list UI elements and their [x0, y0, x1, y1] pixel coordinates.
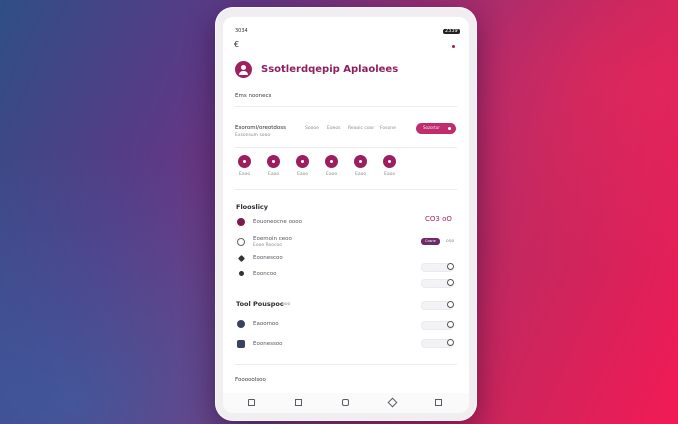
section-subtitle: Ems noonecs [235, 93, 272, 99]
list-item-label: Eooncoo [253, 271, 277, 277]
divider [235, 106, 457, 107]
list-item-label: Eoonescoo [253, 255, 283, 261]
quick-action-label: Eaoo [384, 172, 396, 177]
shield-icon [237, 320, 245, 328]
diamond-icon[interactable] [387, 397, 398, 408]
quick-action-label: Eaoo [268, 172, 280, 177]
divider [235, 364, 457, 365]
bottom-nav [223, 393, 469, 413]
quick-action-4[interactable] [325, 155, 338, 168]
action-button[interactable]: Sozortor [416, 123, 456, 134]
status-time: 3034 [235, 28, 248, 34]
option-2[interactable]: Eoeos [327, 126, 340, 132]
quick-action-label: Eaoo [355, 172, 367, 177]
page-title: Ssotlerdqepip Aplaolees [261, 64, 399, 75]
chevron-right-icon [448, 127, 451, 130]
back-icon[interactable]: € [234, 41, 239, 49]
list-item-label: Eoonessoo [253, 341, 283, 347]
tablet-frame: 3034 2339 € Ssotlerdqepip Aplaolees Ems … [215, 7, 477, 421]
quick-action-label: Eaoo [239, 172, 251, 177]
settings-sublabel: Exsonsum sooo [235, 133, 271, 138]
toggle-switch[interactable] [421, 279, 454, 288]
square-icon[interactable] [435, 399, 442, 406]
toggle-switch[interactable] [421, 301, 454, 310]
toggle-switch[interactable] [421, 339, 454, 348]
avatar [235, 61, 252, 78]
battery-indicator: 2339 [443, 28, 460, 34]
option-4[interactable]: Fosone [380, 126, 396, 132]
quick-action-3[interactable] [296, 155, 309, 168]
home-icon[interactable] [342, 399, 349, 406]
quick-action-2[interactable] [267, 155, 280, 168]
settings-icon [239, 271, 244, 276]
section-badge: ooo [282, 302, 291, 307]
section-title: Flooslicy [236, 203, 269, 211]
menu-icon[interactable] [452, 45, 455, 48]
divider [235, 189, 457, 190]
footer-label: Fooooolsoo [235, 377, 266, 383]
quick-action-1[interactable] [238, 155, 251, 168]
chip-extra: ooo [446, 239, 455, 244]
quick-action-label: Eaoo [326, 172, 338, 177]
list-item-sublabel: Eooe Roocoo [253, 243, 282, 248]
user-icon [237, 218, 245, 226]
quick-action-5[interactable] [354, 155, 367, 168]
face-icon [237, 238, 245, 246]
divider [235, 147, 457, 148]
chip-button[interactable]: Cosne [421, 238, 440, 245]
section-title: Tool Pouspoc [236, 300, 284, 308]
toggle-switch[interactable] [421, 263, 454, 272]
quick-action-6[interactable] [383, 155, 396, 168]
list-item-label: Eouoneocne oooo [253, 219, 303, 225]
settings-label: Esoromi/oreotdoss [235, 125, 286, 131]
option-3[interactable]: Reaoic coor [348, 126, 374, 132]
option-1[interactable]: Soooe [305, 126, 319, 132]
list-item-label: Eoemoin ceoo [253, 236, 292, 242]
link-toggle-control[interactable]: CO3 oO [425, 216, 452, 223]
app-screen: 3034 2339 € Ssotlerdqepip Aplaolees Ems … [223, 17, 469, 413]
bookmark-icon[interactable] [248, 399, 255, 406]
lock-icon [237, 340, 245, 348]
square-icon[interactable] [295, 399, 302, 406]
list-item-label: Eaoomoo [253, 321, 279, 327]
diamond-icon [237, 254, 246, 263]
quick-action-label: Eaoo [297, 172, 309, 177]
toggle-switch[interactable] [421, 321, 454, 330]
